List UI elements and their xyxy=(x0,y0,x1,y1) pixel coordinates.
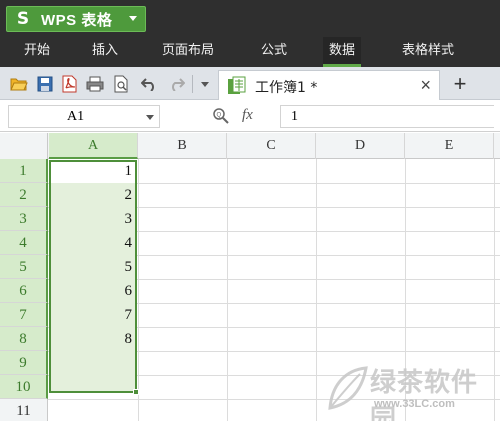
gridline xyxy=(227,159,228,421)
formula-input-value: 1 xyxy=(291,109,298,124)
close-icon[interactable]: × xyxy=(420,75,431,96)
formula-input[interactable]: 1 xyxy=(280,105,494,128)
cell-a4[interactable]: 4 xyxy=(52,231,133,255)
tab-home[interactable]: 开始 xyxy=(18,37,56,67)
cell-a2[interactable]: 2 xyxy=(52,183,133,207)
watermark: 绿茶软件园 www.33LC.com xyxy=(322,360,498,421)
spreadsheet-file-icon xyxy=(227,76,247,96)
print-icon[interactable] xyxy=(86,75,104,93)
gridline xyxy=(316,159,317,421)
title-bar: S WPS 表格 xyxy=(0,0,500,37)
column-header-row: A B C D E xyxy=(0,133,500,159)
row-header[interactable]: 5 xyxy=(0,255,48,279)
insert-function-icon[interactable]: fx xyxy=(242,107,253,124)
row-header[interactable]: 6 xyxy=(0,279,48,303)
row-header[interactable]: 4 xyxy=(0,231,48,255)
wps-logo-icon: S xyxy=(16,9,30,29)
toolbar-separator xyxy=(192,75,193,93)
cell-a8[interactable]: 8 xyxy=(52,327,133,351)
column-header-e[interactable]: E xyxy=(405,133,494,159)
row-header[interactable]: 11 xyxy=(0,399,48,421)
save-icon[interactable] xyxy=(36,75,54,93)
new-tab-plus-icon[interactable]: + xyxy=(450,70,470,98)
leaf-logo-icon xyxy=(324,364,370,414)
document-name: 工作簿1 * xyxy=(255,80,318,96)
more-dropdown-icon[interactable] xyxy=(196,75,214,93)
tab-table-styles[interactable]: 表格样式 xyxy=(396,37,460,67)
watermark-url: www.33LC.com xyxy=(374,398,455,410)
redo-icon[interactable] xyxy=(168,75,186,93)
select-all-corner[interactable] xyxy=(0,133,48,159)
cell-a7[interactable]: 7 xyxy=(52,303,133,327)
cell-a6[interactable]: 6 xyxy=(52,279,133,303)
zoom-search-icon[interactable]: Q xyxy=(212,107,230,125)
column-header-d[interactable]: D xyxy=(316,133,405,159)
row-header[interactable]: 8 xyxy=(0,327,48,351)
tab-formulas[interactable]: 公式 xyxy=(255,37,293,67)
formula-bar: A1 Q fx 1 xyxy=(0,101,500,132)
tab-page-layout[interactable]: 页面布局 xyxy=(156,37,220,67)
watermark-title: 绿茶软件园 xyxy=(370,368,479,421)
ribbon-tabs: 开始 插入 页面布局 公式 数据 表格样式 xyxy=(0,37,500,67)
print-preview-icon[interactable] xyxy=(112,75,130,93)
cell-a5[interactable]: 5 xyxy=(52,255,133,279)
row-header[interactable]: 2 xyxy=(0,183,48,207)
column-header-b[interactable]: B xyxy=(138,133,227,159)
cell-a1[interactable]: 1 xyxy=(52,159,133,183)
export-pdf-icon[interactable] xyxy=(60,75,78,93)
column-header-a[interactable]: A xyxy=(49,133,138,159)
tab-insert[interactable]: 插入 xyxy=(86,37,124,67)
fill-handle[interactable] xyxy=(133,389,139,395)
chevron-down-icon xyxy=(129,16,137,21)
row-header[interactable]: 7 xyxy=(0,303,48,327)
undo-icon[interactable] xyxy=(140,75,158,93)
document-tab[interactable]: 工作簿1 * × xyxy=(218,70,440,100)
cell-a3[interactable]: 3 xyxy=(52,207,133,231)
name-box[interactable]: A1 xyxy=(8,105,160,128)
open-folder-icon[interactable] xyxy=(10,75,28,93)
tab-data[interactable]: 数据 xyxy=(323,37,362,67)
wps-app-menu-button[interactable]: S WPS 表格 xyxy=(6,6,146,32)
quick-access-toolbar: 工作簿1 * × + xyxy=(0,67,500,100)
row-header[interactable]: 9 xyxy=(0,351,48,375)
row-header[interactable]: 1 xyxy=(0,159,48,183)
row-header[interactable]: 10 xyxy=(0,375,48,399)
column-header-c[interactable]: C xyxy=(227,133,316,159)
row-header[interactable]: 3 xyxy=(0,207,48,231)
svg-text:Q: Q xyxy=(217,113,222,119)
chevron-down-icon[interactable] xyxy=(146,115,154,120)
app-name: WPS 表格 xyxy=(41,11,113,29)
name-box-value: A1 xyxy=(67,109,85,124)
gridline xyxy=(138,159,139,421)
